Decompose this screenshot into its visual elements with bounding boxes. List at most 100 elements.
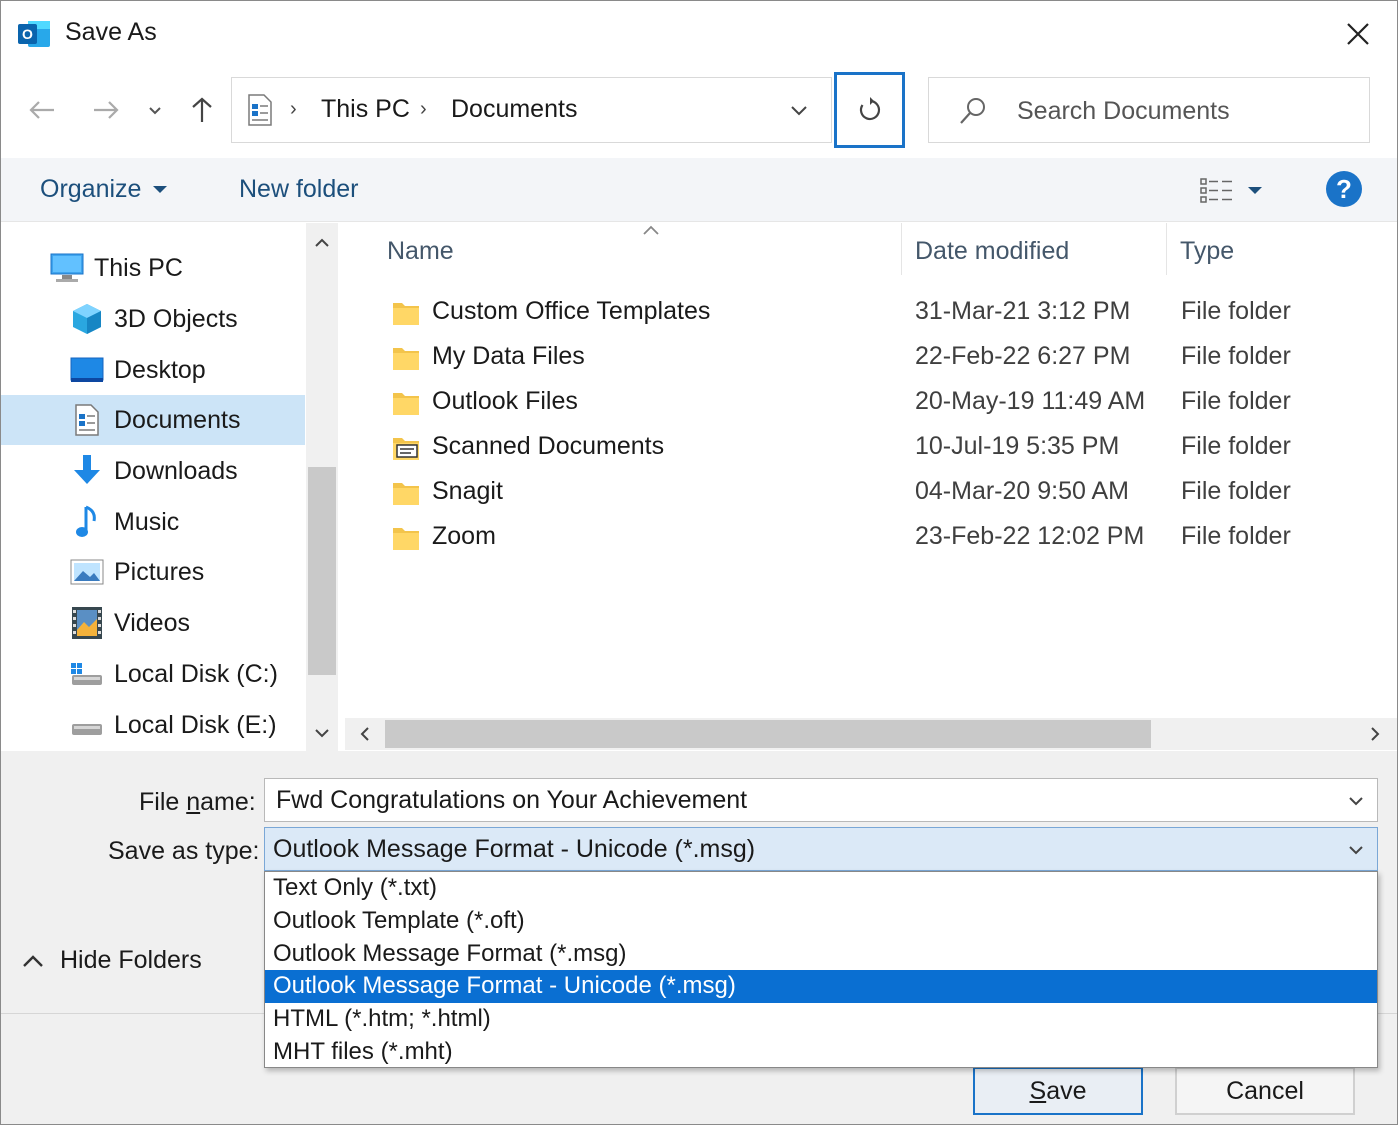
nav-item-this-pc[interactable]: This PC: [0, 243, 305, 293]
file-row[interactable]: Custom Office Templates 31-Mar-21 3:12 P…: [385, 291, 1385, 336]
help-button[interactable]: ?: [1326, 171, 1362, 207]
file-type: File folder: [1181, 522, 1291, 550]
search-input[interactable]: Search Documents: [1017, 97, 1230, 126]
breadcrumb-separator: ›: [290, 98, 297, 120]
option-text-only[interactable]: Text Only (*.txt): [265, 872, 1377, 905]
refresh-icon: [859, 97, 880, 121]
breadcrumb-documents[interactable]: Documents: [451, 95, 577, 124]
option-outlook-message-format[interactable]: Outlook Message Format (*.msg): [265, 938, 1377, 971]
new-folder-button[interactable]: New folder: [239, 175, 359, 204]
folder-icon: [391, 388, 421, 418]
chevron-down-icon: [791, 106, 807, 116]
folder-icon: [391, 523, 421, 553]
option-outlook-template[interactable]: Outlook Template (*.oft): [265, 905, 1377, 938]
nav-item-documents[interactable]: Documents: [0, 395, 305, 445]
nav-item-downloads[interactable]: Downloads: [0, 446, 305, 496]
details-view-icon: [1200, 178, 1232, 203]
file-date: 04-Mar-20 9:50 AM: [915, 477, 1129, 505]
column-header-type[interactable]: Type: [1180, 237, 1234, 266]
forward-button[interactable]: [84, 88, 128, 132]
search-icon: [957, 96, 989, 126]
file-date: 31-Mar-21 3:12 PM: [915, 297, 1131, 325]
music-icon: [70, 505, 104, 539]
recent-locations-button[interactable]: [140, 96, 170, 126]
breadcrumb-this-pc[interactable]: This PC: [321, 95, 410, 124]
nav-item-local-disk-e[interactable]: Local Disk (E:): [0, 700, 305, 750]
chevron-down-icon: [149, 107, 161, 115]
save-button[interactable]: Save: [973, 1067, 1143, 1115]
organize-button[interactable]: Organize: [40, 175, 168, 204]
folder-icon: [391, 343, 421, 373]
nav-item-label: Downloads: [114, 456, 238, 485]
nav-item-3d-objects[interactable]: 3D Objects: [0, 294, 305, 344]
chevron-left-icon: [360, 727, 369, 741]
close-button[interactable]: [1330, 12, 1386, 56]
file-name: Custom Office Templates: [432, 297, 711, 325]
file-row[interactable]: Zoom 23-Feb-22 12:02 PM File folder: [385, 516, 1385, 561]
up-button[interactable]: [180, 88, 224, 132]
scroll-down-button[interactable]: [306, 719, 338, 747]
back-button[interactable]: [20, 88, 64, 132]
file-list: Name Date modified Type Custom Office Te…: [345, 223, 1398, 751]
nav-item-videos[interactable]: Videos: [0, 598, 305, 648]
file-name-field[interactable]: Fwd Congratulations on Your Achievement: [264, 778, 1378, 822]
file-name: Snagit: [432, 477, 503, 505]
local-disk-c-icon: [70, 657, 104, 691]
breadcrumb-separator[interactable]: ›: [420, 98, 427, 121]
nav-item-local-disk-c[interactable]: Local Disk (C:): [0, 649, 305, 699]
cancel-button[interactable]: Cancel: [1175, 1067, 1355, 1115]
scroll-thumb[interactable]: [385, 720, 1151, 748]
column-divider[interactable]: [1166, 223, 1167, 275]
file-row[interactable]: Snagit 04-Mar-20 9:50 AM File folder: [385, 471, 1385, 516]
nav-item-music[interactable]: Music: [0, 497, 305, 547]
chevron-down-icon: [1349, 797, 1363, 806]
save-as-type-options-list: Text Only (*.txt) Outlook Template (*.of…: [264, 871, 1378, 1068]
file-row[interactable]: Outlook Files 20-May-19 11:49 AM File fo…: [385, 381, 1385, 426]
folder-icon: [391, 478, 421, 508]
nav-item-label: Videos: [114, 608, 190, 637]
navigation-pane: This PC 3D Objects Desktop Documents Dow…: [0, 223, 305, 751]
address-history-dropdown[interactable]: [784, 98, 814, 124]
change-view-button[interactable]: [1200, 174, 1280, 208]
nav-item-label: Local Disk (C:): [114, 659, 278, 688]
save-as-type-dropdown[interactable]: [1343, 838, 1369, 862]
scroll-thumb[interactable]: [308, 467, 336, 675]
3d-objects-icon: [70, 302, 104, 336]
hide-folders-button[interactable]: Hide Folders: [22, 946, 202, 975]
chevron-up-icon: [23, 954, 43, 967]
option-outlook-message-format-unicode[interactable]: Outlook Message Format - Unicode (*.msg): [265, 970, 1377, 1003]
file-name-dropdown[interactable]: [1343, 789, 1369, 813]
file-row[interactable]: My Data Files 22-Feb-22 6:27 PM File fol…: [385, 336, 1385, 381]
window-title: Save As: [65, 18, 157, 46]
save-as-type-select[interactable]: Outlook Message Format - Unicode (*.msg): [264, 827, 1378, 871]
address-bar[interactable]: › This PC › Documents: [231, 77, 832, 143]
nav-item-pictures[interactable]: Pictures: [0, 547, 305, 597]
refresh-button[interactable]: [834, 72, 905, 148]
chevron-up-icon: [315, 238, 329, 247]
title-bar: O Save As: [0, 0, 1398, 70]
option-html[interactable]: HTML (*.htm; *.html): [265, 1003, 1377, 1036]
file-type: File folder: [1181, 477, 1291, 505]
file-row[interactable]: Scanned Documents 10-Jul-19 5:35 PM File…: [385, 426, 1385, 471]
organize-label: Organize: [40, 175, 142, 203]
search-box[interactable]: Search Documents: [928, 77, 1370, 143]
arrow-left-icon: [29, 101, 54, 119]
nav-item-label: Music: [114, 507, 180, 536]
scroll-right-button[interactable]: [1361, 720, 1389, 748]
option-mht-files[interactable]: MHT files (*.mht): [265, 1036, 1377, 1069]
column-header-name[interactable]: Name: [387, 237, 454, 266]
file-date: 10-Jul-19 5:35 PM: [915, 432, 1120, 460]
scroll-left-button[interactable]: [351, 720, 379, 748]
file-name: Zoom: [432, 522, 496, 550]
file-list-horizontal-scrollbar[interactable]: [345, 718, 1398, 750]
column-divider[interactable]: [901, 223, 902, 275]
hide-folders-label: Hide Folders: [60, 946, 202, 974]
downloads-icon: [70, 454, 104, 488]
svg-text:O: O: [22, 26, 33, 42]
scroll-up-button[interactable]: [306, 229, 338, 257]
file-date: 23-Feb-22 12:02 PM: [915, 522, 1145, 550]
column-header-date-modified[interactable]: Date modified: [915, 237, 1069, 266]
nav-item-desktop[interactable]: Desktop: [0, 345, 305, 395]
outlook-app-icon: O: [18, 18, 52, 50]
nav-pane-scrollbar[interactable]: [306, 223, 338, 751]
